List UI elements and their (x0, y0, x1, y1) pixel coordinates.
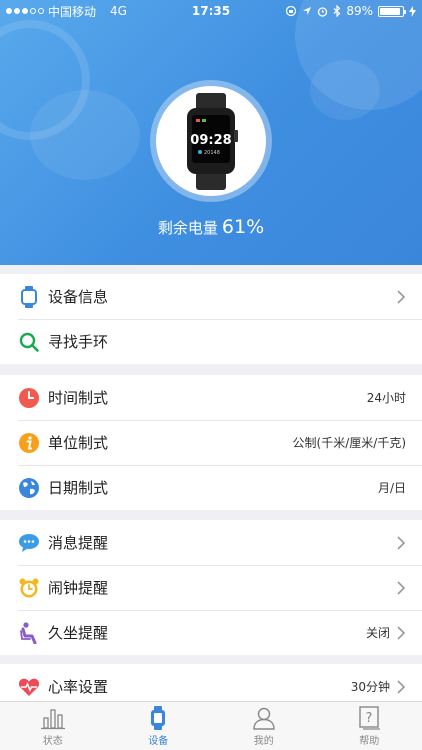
chevron-right-icon (397, 625, 406, 640)
chevron-right-icon (397, 289, 406, 304)
watch-face-time: 09:28 (190, 133, 231, 148)
row-time-format[interactable]: 时间制式 24小时 (0, 375, 422, 420)
decorative-circle (30, 90, 140, 180)
row-label: 闹钟提醒 (48, 579, 109, 597)
help-icon: ? (359, 705, 381, 730)
remaining-battery-label: 剩余电量 (157, 219, 218, 237)
status-bar: 中国移动 4G 17:35 89% (0, 0, 422, 22)
row-label: 时间制式 (48, 389, 109, 407)
chevron-right-icon (397, 679, 406, 694)
row-label: 久坐提醒 (48, 624, 109, 642)
row-find-band[interactable]: 寻找手环 (0, 319, 422, 364)
settings-group-reminders: 消息提醒 闹钟提醒 久坐提醒 关闭 (0, 520, 422, 655)
row-label: 心率设置 (48, 678, 109, 696)
tab-label: 我的 (253, 735, 274, 747)
row-device-info[interactable]: 设备信息 (0, 274, 422, 319)
row-date-format[interactable]: 日期制式 月/日 (0, 465, 422, 510)
charging-icon (409, 5, 416, 17)
tab-help[interactable]: ? 帮助 (317, 702, 422, 750)
row-value: 公制(千米/厘米/千克) (292, 436, 406, 450)
watch-face-steps: 20148 (204, 150, 220, 156)
row-label: 设备信息 (48, 288, 109, 306)
row-value: 24小时 (366, 391, 406, 405)
watch-image-ring[interactable]: 09:28 20148 (150, 80, 272, 202)
tab-label: 设备 (148, 735, 169, 747)
carrier-name: 中国移动 (48, 4, 97, 19)
remaining-battery: 剩余电量 61% (0, 216, 422, 238)
row-label: 日期制式 (48, 479, 109, 497)
battery-percent: 89% (346, 4, 373, 18)
globe-icon (18, 477, 40, 499)
tab-status[interactable]: 状态 (0, 702, 106, 750)
row-label: 寻找手环 (48, 333, 109, 351)
location-icon (303, 7, 312, 15)
bar-chart-icon (40, 708, 65, 729)
chevron-right-icon (397, 580, 406, 595)
tab-bar: 状态 设备 我的 ? 帮助 (0, 701, 422, 750)
rotation-lock-icon (286, 5, 297, 17)
watch-icon (18, 285, 40, 308)
svg-text:?: ? (366, 711, 373, 726)
row-unit-format[interactable]: 单位制式 公制(千米/厘米/千克) (0, 420, 422, 465)
remaining-battery-value: 61% (221, 216, 265, 238)
row-message-reminder[interactable]: 消息提醒 (0, 520, 422, 565)
alarm-status-icon (318, 6, 328, 17)
info-icon (18, 432, 40, 454)
chevron-right-icon (397, 535, 406, 550)
row-sedentary-reminder[interactable]: 久坐提醒 关闭 (0, 610, 422, 655)
row-alarm-reminder[interactable]: 闹钟提醒 (0, 565, 422, 610)
settings-group-format: 时间制式 24小时 单位制式 公制(千米/厘米/千克) 日期制式 月/日 (0, 375, 422, 510)
watch-icon (151, 705, 166, 730)
row-value: 30分钟 (350, 680, 390, 694)
settings-group-device: 设备信息 寻找手环 (0, 274, 422, 364)
device-header: 中国移动 4G 17:35 89% 09:28 20148 剩余电量 61% (0, 0, 422, 265)
sitting-icon (18, 621, 40, 644)
user-icon (253, 707, 275, 730)
tab-label: 帮助 (359, 735, 380, 747)
search-icon (18, 331, 40, 353)
network-type: 4G (110, 4, 127, 18)
bluetooth-icon (333, 5, 341, 17)
row-value: 关闭 (365, 626, 390, 640)
heart-icon (18, 676, 40, 698)
battery-icon (378, 5, 406, 17)
smartwatch-image: 09:28 20148 (187, 93, 238, 190)
signal-icon (6, 8, 44, 14)
alarm-icon (18, 577, 40, 599)
decorative-circle (310, 60, 380, 120)
row-label: 单位制式 (48, 434, 109, 452)
tab-label: 状态 (42, 735, 63, 747)
chat-icon (18, 532, 40, 554)
tab-device[interactable]: 设备 (106, 702, 212, 750)
row-value: 月/日 (377, 481, 406, 495)
row-label: 消息提醒 (48, 534, 109, 552)
tab-mine[interactable]: 我的 (211, 702, 317, 750)
clock-icon (18, 387, 40, 409)
